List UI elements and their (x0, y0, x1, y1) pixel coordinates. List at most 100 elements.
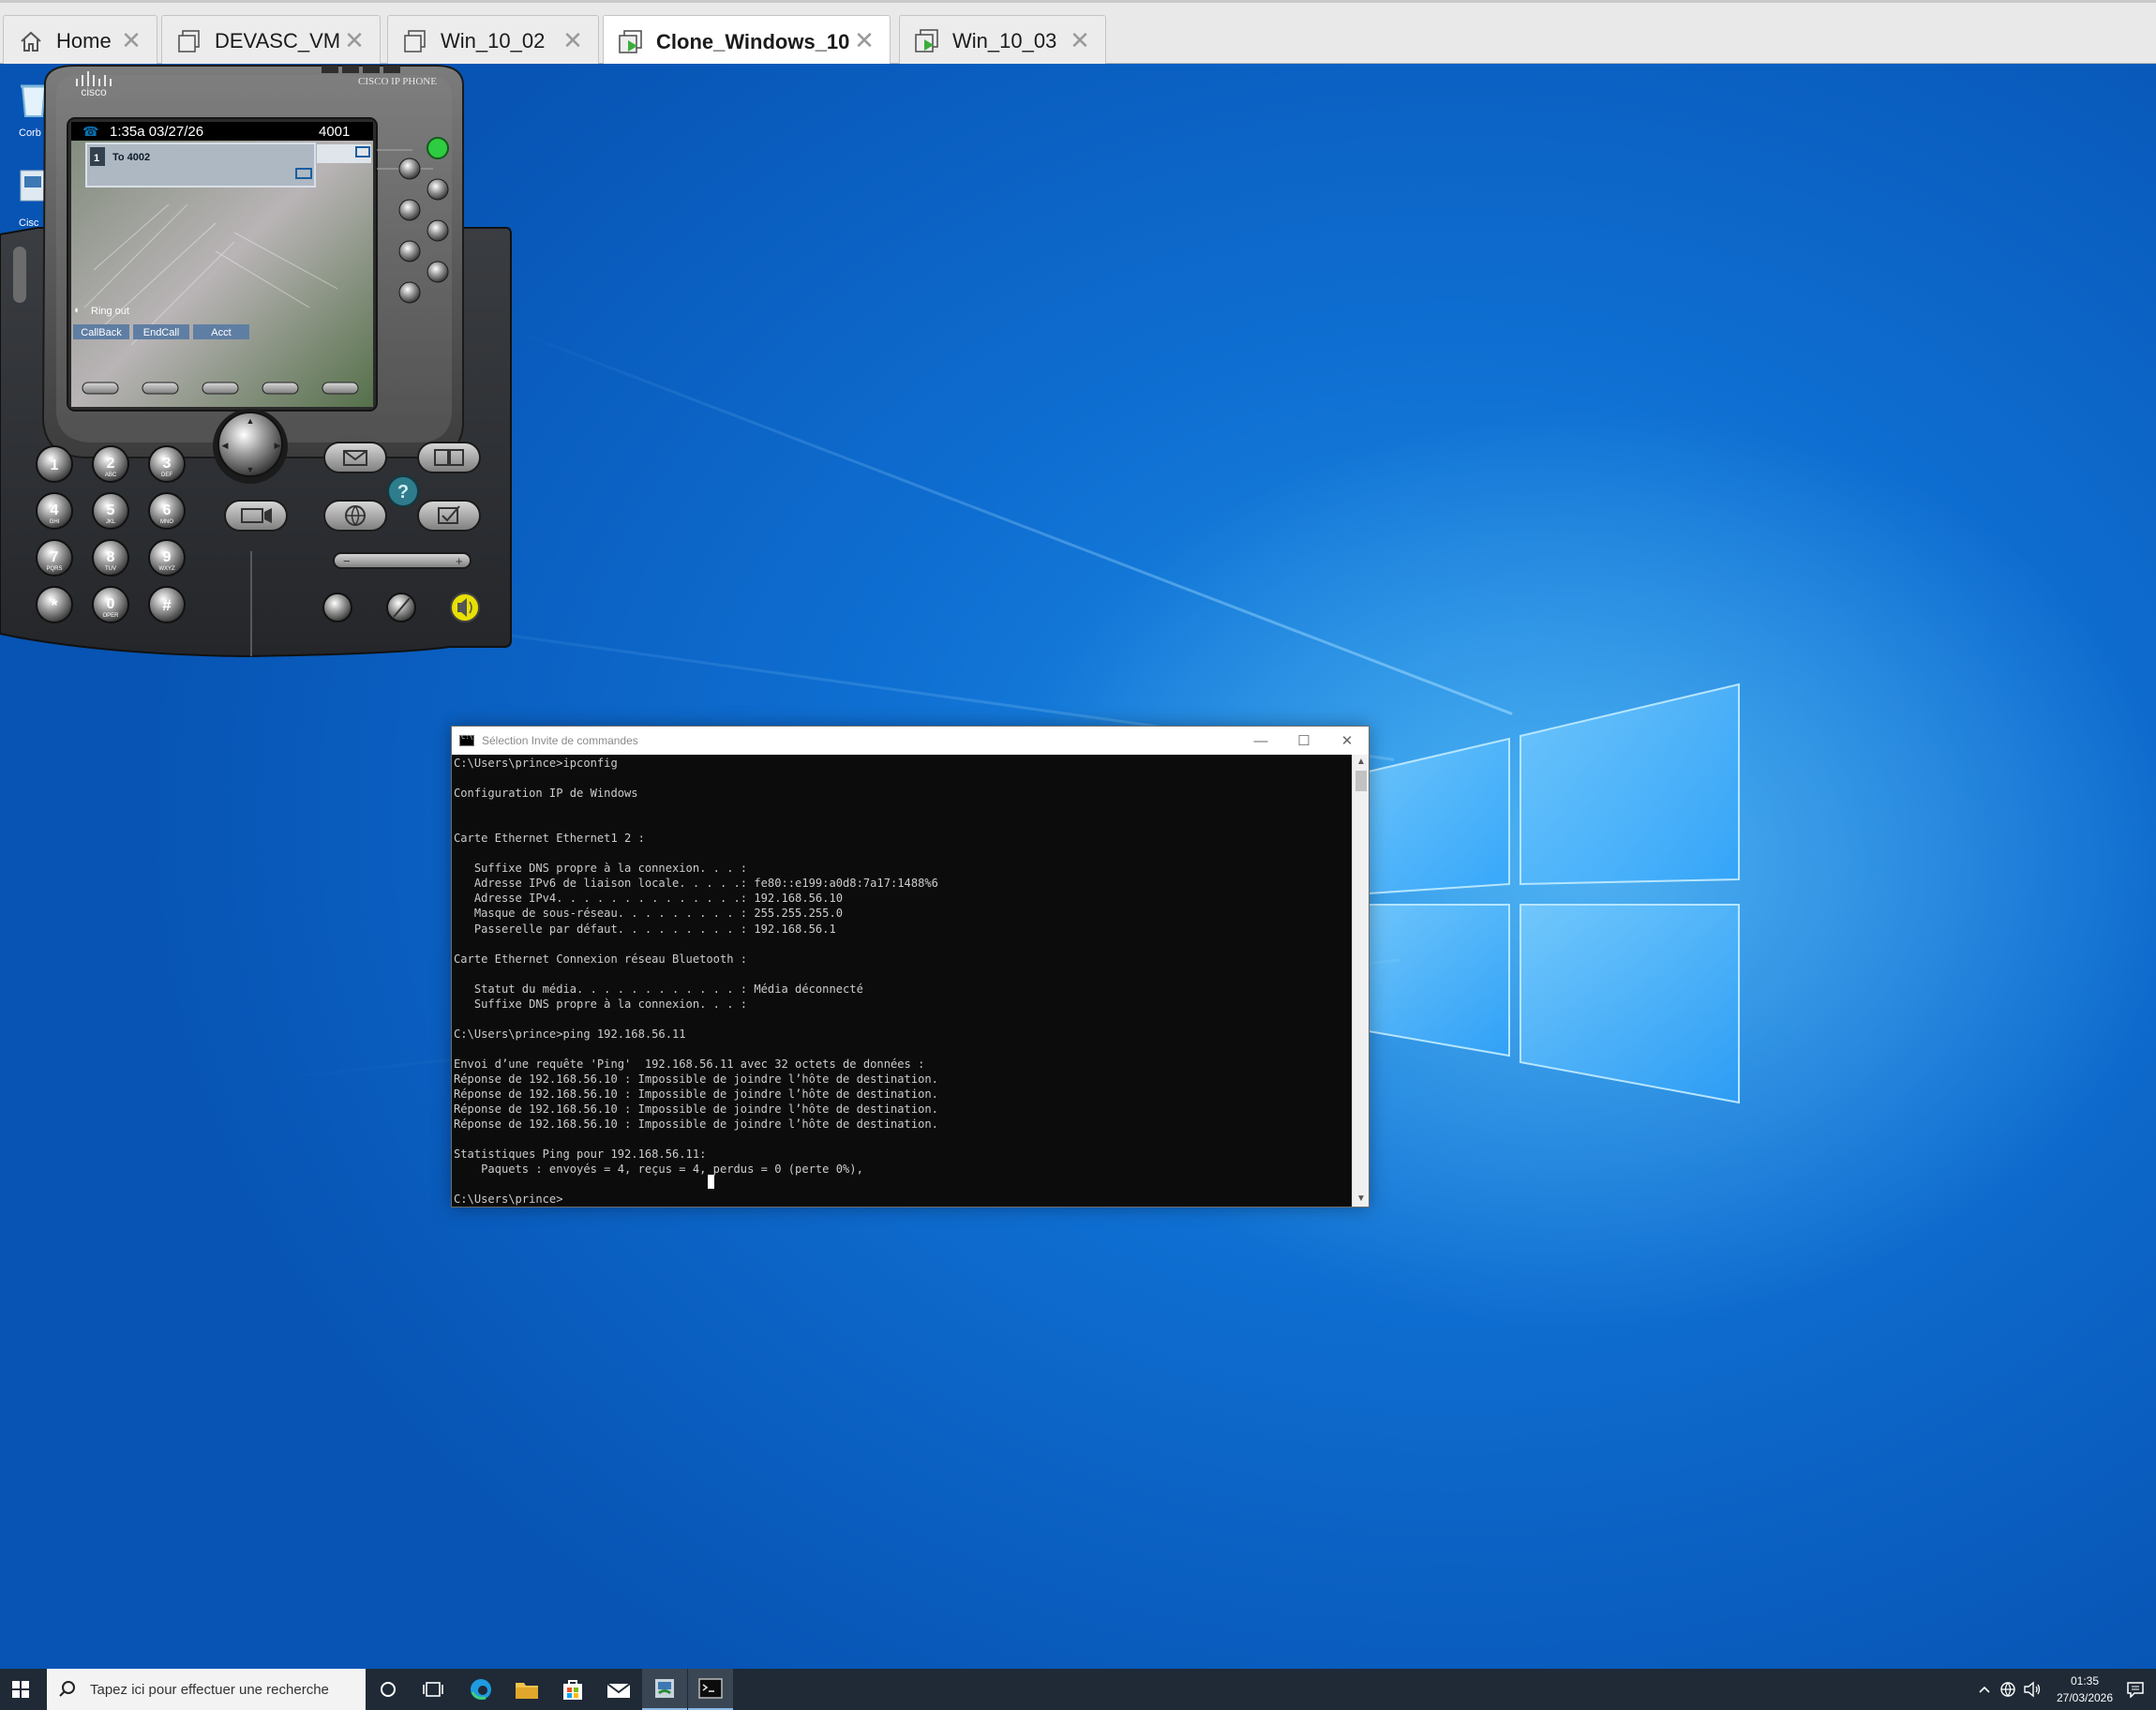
command-prompt-window[interactable]: Sélection Invite de commandes — ☐ ✕ C:\U… (451, 726, 1370, 1208)
volume-button[interactable] (2021, 1669, 2044, 1710)
tab-home[interactable]: Home ✕ (3, 15, 157, 67)
speaker-status-icon: ◖ (73, 305, 80, 316)
key-1[interactable]: 1 (36, 445, 73, 483)
clock-button[interactable]: 01:35 27/03/2026 (2047, 1669, 2122, 1710)
cmd-scrollbar[interactable]: ▲ ▼ (1352, 755, 1369, 1207)
close-icon[interactable]: ✕ (852, 28, 876, 52)
tab-devasc-vm[interactable]: DEVASC_VM ✕ (161, 15, 381, 67)
svg-text:ABC: ABC (105, 472, 117, 478)
line-button[interactable] (398, 281, 421, 304)
svg-text:PQRS: PQRS (46, 566, 62, 572)
mail-button[interactable] (596, 1669, 641, 1710)
volume-rocker[interactable] (333, 552, 472, 569)
messages-button[interactable] (323, 442, 387, 473)
nav-left-icon[interactable]: ◀ (222, 441, 229, 450)
ip-phone-app-icon (655, 1679, 674, 1698)
scroll-up-icon[interactable]: ▲ (1353, 755, 1370, 770)
cmd-icon (459, 733, 474, 746)
cmd-taskbar-button[interactable] (688, 1669, 733, 1710)
file-explorer-button[interactable] (504, 1669, 549, 1710)
close-button[interactable]: ✕ (1325, 727, 1369, 755)
close-icon[interactable]: ✕ (342, 28, 367, 52)
headset-button[interactable] (322, 592, 352, 622)
softkey-acct: Acct (211, 327, 231, 338)
minimize-button[interactable]: — (1239, 727, 1282, 755)
nav-up-icon[interactable]: ▲ (247, 416, 255, 426)
nav-right-icon[interactable]: ▶ (275, 441, 281, 450)
settings-button[interactable] (417, 500, 481, 532)
tab-label: DEVASC_VM (215, 29, 341, 52)
cortana-button[interactable] (367, 1669, 409, 1710)
scroll-thumb[interactable] (1355, 771, 1367, 791)
console-line: Réponse de 192.168.56.10 : Impossible de… (454, 1118, 938, 1132)
key-8[interactable]: 8TUV (92, 539, 129, 577)
vm-tab-bar: Home ✕ DEVASC_VM ✕ Win_10_02 ✕ Clone_Win… (0, 0, 2156, 68)
svg-text:1: 1 (51, 458, 59, 473)
tab-label: Win_10_02 (441, 29, 546, 52)
key-0[interactable]: 0OPER (92, 586, 129, 623)
video-button[interactable] (224, 500, 288, 532)
volume-up-icon[interactable]: + (456, 554, 463, 568)
network-button[interactable] (1997, 1669, 2019, 1710)
vm-icon (399, 25, 431, 57)
clock-date: 27/03/2026 (2056, 1691, 2114, 1704)
line-led-green[interactable] (427, 137, 449, 159)
notification-icon (2127, 1682, 2144, 1698)
line-button[interactable] (427, 219, 449, 242)
tab-win-10-03[interactable]: Win_10_03 ✕ (899, 15, 1106, 67)
scroll-down-icon[interactable]: ▼ (1353, 1192, 1370, 1207)
key-hash[interactable]: # (148, 586, 186, 623)
close-icon[interactable]: ✕ (1068, 28, 1092, 52)
key-3[interactable]: 3DEF (148, 445, 186, 483)
console-line: Carte Ethernet Ethernet1 2 : (454, 832, 645, 846)
file-explorer-icon (516, 1683, 538, 1699)
home-icon (15, 25, 47, 57)
task-view-button[interactable] (412, 1669, 454, 1710)
key-5[interactable]: 5JKL (92, 492, 129, 530)
maximize-button[interactable]: ☐ (1282, 727, 1325, 755)
call-status: Ring out (91, 306, 129, 317)
model-text: CISCO IP PHONE (358, 76, 437, 87)
line-button[interactable] (398, 158, 421, 180)
start-button[interactable] (0, 1669, 41, 1710)
cmd-titlebar[interactable]: Sélection Invite de commandes — ☐ ✕ (452, 727, 1369, 755)
tab-clone-windows-10[interactable]: Clone_Windows_10 ✕ (603, 15, 891, 68)
console-line: C:\Users\prince>ipconfig (454, 757, 618, 770)
tray-overflow-button[interactable] (1974, 1669, 1995, 1710)
call-line[interactable] (85, 142, 316, 188)
cmd-console-output[interactable]: C:\Users\prince>ipconfig Configuration IP… (452, 755, 1352, 1207)
cisco-ip-phone[interactable]: cisco CISCO IP PHONE ☎ 1:35a 03/27/26 40… (0, 64, 514, 659)
nav-down-icon[interactable]: ▼ (247, 465, 255, 474)
key-9[interactable]: 9WXYZ (148, 539, 186, 577)
taskbar-search[interactable]: Tapez ici pour effectuer une recherche (47, 1669, 366, 1710)
close-icon[interactable]: ✕ (561, 28, 585, 52)
console-line: Réponse de 192.168.56.10 : Impossible de… (454, 1072, 938, 1086)
console-line: Adresse IPv6 de liaison locale. . . . .:… (454, 877, 938, 891)
svg-text:9: 9 (163, 549, 172, 565)
volume-down-icon[interactable]: − (343, 554, 351, 568)
phone-datetime: 1:35a 03/27/26 (110, 124, 203, 140)
line-button[interactable] (398, 240, 421, 262)
tab-win-10-02[interactable]: Win_10_02 ✕ (387, 15, 599, 67)
key-4[interactable]: 4GHI (36, 492, 73, 530)
brand-text: cisco (81, 85, 107, 98)
key-star[interactable]: * (36, 586, 73, 623)
edge-button[interactable] (458, 1669, 503, 1710)
key-7[interactable]: 7PQRS (36, 539, 73, 577)
close-icon[interactable]: ✕ (119, 28, 143, 52)
store-button[interactable] (550, 1669, 595, 1710)
key-6[interactable]: 6MNO (148, 492, 186, 530)
softkey-callback: CallBack (81, 327, 122, 338)
svg-text:WXYZ: WXYZ (158, 566, 175, 572)
ip-phone-app-button[interactable] (642, 1669, 687, 1710)
key-2[interactable]: 2ABC (92, 445, 129, 483)
action-center-button[interactable] (2117, 1669, 2154, 1710)
line-button[interactable] (398, 199, 421, 221)
softkey-endcall: EndCall (143, 327, 180, 338)
line-button[interactable] (427, 261, 449, 283)
line-button[interactable] (427, 178, 449, 201)
svg-text:4: 4 (51, 502, 59, 518)
